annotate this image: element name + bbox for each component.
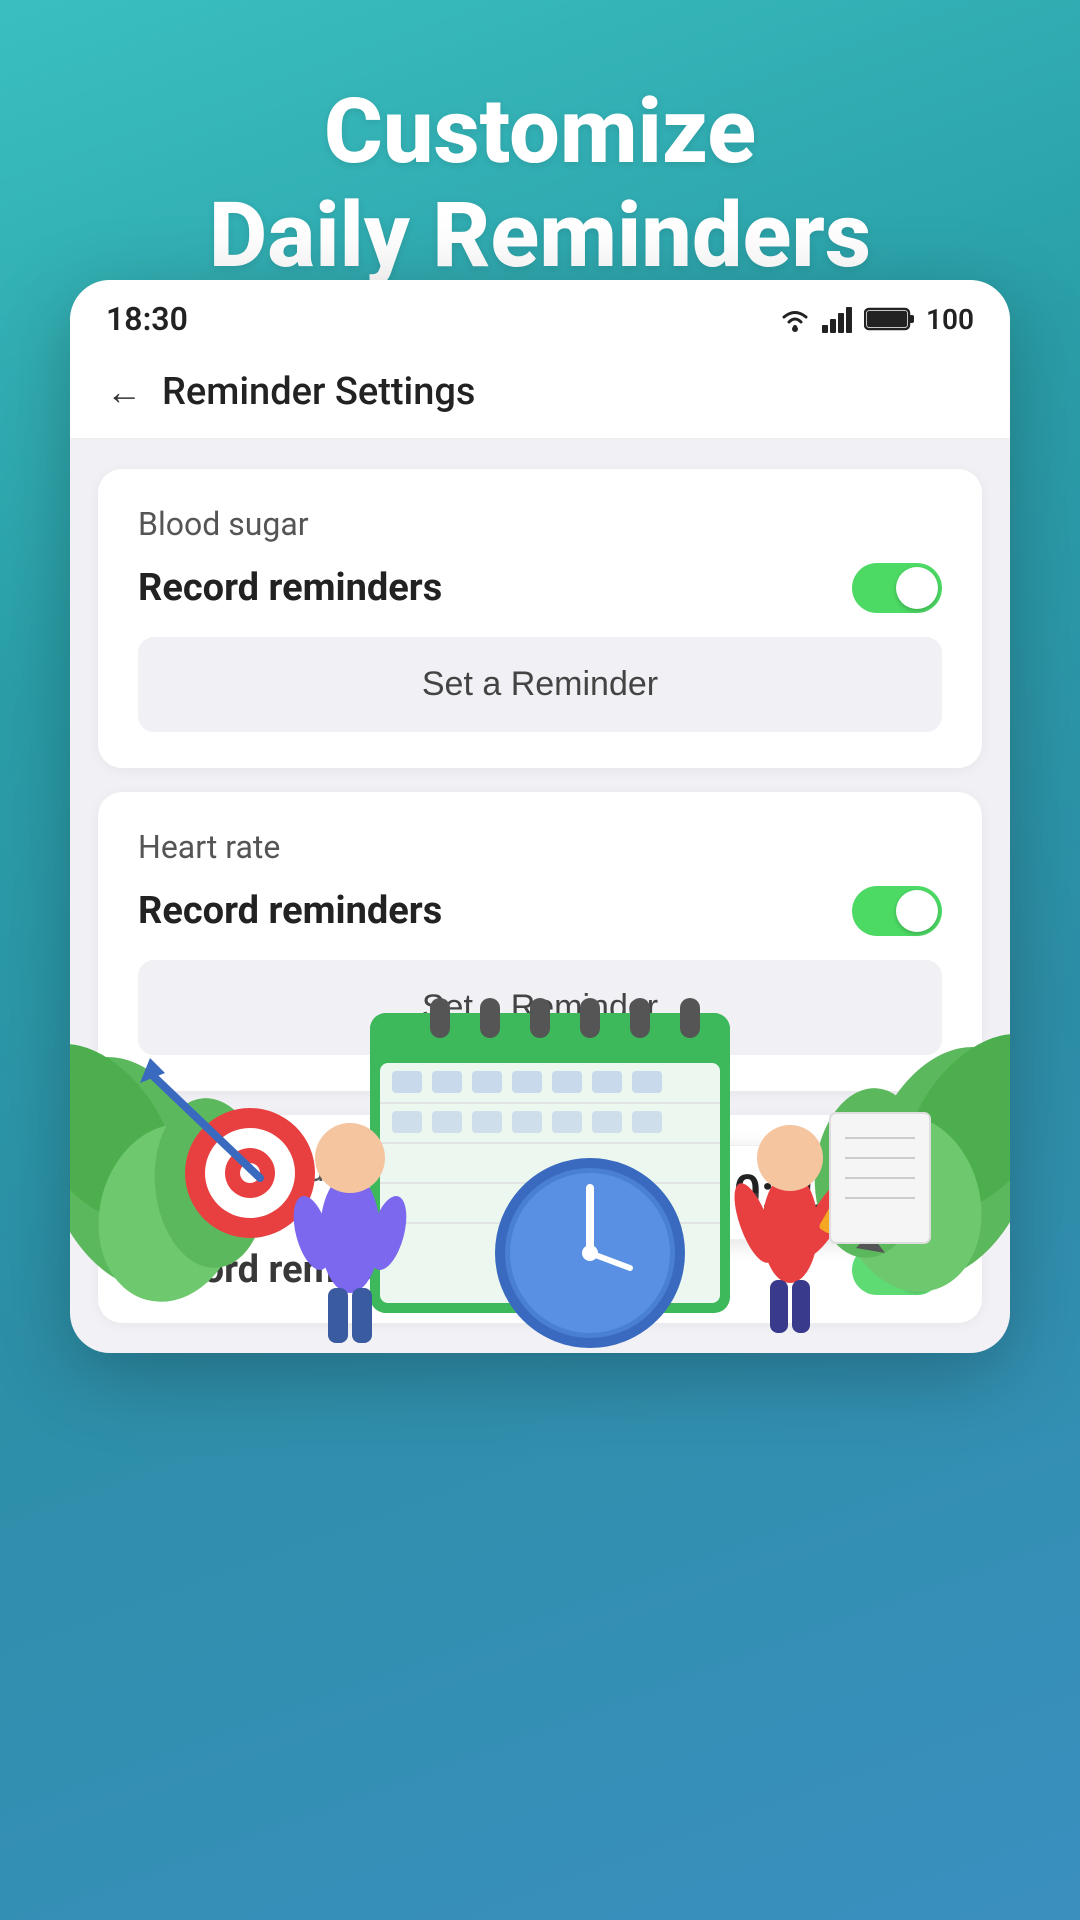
status-time: 18:30 xyxy=(106,300,188,338)
illustration-svg xyxy=(70,793,1010,1353)
blood-sugar-record-row: Record reminders xyxy=(138,563,942,613)
blood-sugar-section-title: Blood sugar xyxy=(138,505,942,543)
illustration-area xyxy=(70,793,1010,1353)
battery-percentage: 100 xyxy=(926,303,974,336)
hero-section: Customize Daily Reminders xyxy=(0,0,1080,327)
back-button[interactable]: ← xyxy=(106,371,142,413)
signal-icon xyxy=(822,305,854,333)
battery-icon xyxy=(864,305,916,333)
blood-sugar-set-reminder-button[interactable]: Set a Reminder xyxy=(138,637,942,732)
blood-sugar-toggle[interactable] xyxy=(852,563,942,613)
hero-title: Customize Daily Reminders xyxy=(60,80,1020,287)
page-title: Reminder Settings xyxy=(162,370,475,414)
blood-sugar-record-label: Record reminders xyxy=(138,566,442,610)
phone-frame: 18:30 100 xyxy=(70,280,1010,1353)
blood-sugar-card: Blood sugar Record reminders Set a Remin… xyxy=(98,469,982,768)
app-header: ← Reminder Settings xyxy=(70,354,1010,439)
status-icons: 100 xyxy=(778,303,974,336)
status-bar: 18:30 100 xyxy=(70,280,1010,354)
wifi-icon xyxy=(778,305,812,333)
